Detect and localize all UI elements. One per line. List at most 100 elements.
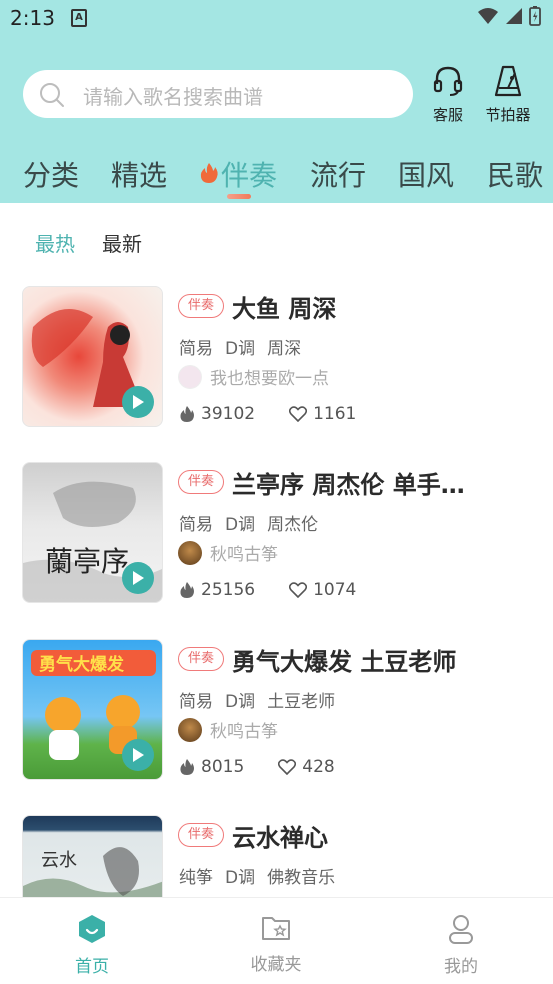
song-level: 简易 bbox=[179, 515, 213, 535]
song-cover: 蘭亭序 bbox=[22, 462, 163, 603]
tag-badge: 伴奏 bbox=[178, 294, 225, 318]
home-icon bbox=[79, 915, 105, 943]
nav-favorites-label: 收藏夹 bbox=[250, 955, 302, 975]
song-cover: 勇气大爆发 bbox=[22, 639, 163, 780]
song-level: 简易 bbox=[179, 339, 213, 359]
tab-hottest[interactable]: 最热 bbox=[35, 228, 75, 257]
play-count: 25156 bbox=[201, 580, 256, 600]
search-icon bbox=[40, 83, 64, 107]
heart-icon bbox=[289, 406, 308, 422]
bottom-nav: 首页 收藏夹 我的 bbox=[0, 897, 553, 984]
folder-star-icon bbox=[262, 917, 290, 940]
nav-favorites[interactable]: 收藏夹 bbox=[236, 914, 316, 975]
tab-category-5[interactable]: 民歌 bbox=[487, 154, 543, 194]
play-icon bbox=[133, 748, 144, 762]
like-count: 428 bbox=[302, 757, 335, 777]
metronome-icon bbox=[494, 65, 522, 97]
play-icon bbox=[133, 571, 144, 585]
like-count: 1161 bbox=[313, 404, 357, 424]
song-meta: 简易 D调 土豆老师 bbox=[179, 687, 347, 712]
song-meta: 简易 D调 周深 bbox=[179, 334, 313, 359]
tag-badge: 伴奏 bbox=[178, 470, 225, 494]
active-tab-indicator bbox=[227, 194, 251, 199]
song-stats: 8015 428 bbox=[179, 757, 335, 777]
song-cover bbox=[22, 286, 163, 427]
song-title: 大鱼 周深 bbox=[232, 295, 337, 323]
like-count: 1074 bbox=[313, 580, 357, 600]
metronome-button[interactable]: 节拍器 bbox=[478, 64, 538, 125]
song-stats: 25156 1074 bbox=[179, 580, 356, 600]
song-artist: 佛教音乐 bbox=[267, 868, 336, 888]
user-icon bbox=[449, 915, 473, 944]
play-count: 39102 bbox=[201, 404, 256, 424]
nav-profile-label: 我的 bbox=[444, 957, 478, 977]
song-meta: 纯筝 D调 佛教音乐 bbox=[179, 863, 347, 888]
metronome-label: 节拍器 bbox=[485, 106, 531, 124]
service-label: 客服 bbox=[432, 106, 463, 124]
notification-icon: A bbox=[71, 9, 87, 27]
svg-text:蘭亭序: 蘭亭序 bbox=[45, 545, 129, 578]
song-key: D调 bbox=[225, 515, 256, 535]
uploader-name: 我也想要欧一点 bbox=[210, 369, 329, 389]
fire-icon bbox=[180, 759, 194, 775]
nav-home-label: 首页 bbox=[75, 957, 109, 977]
nav-profile[interactable]: 我的 bbox=[421, 914, 501, 977]
uploader-name: 秋鸣古筝 bbox=[210, 545, 278, 565]
nav-home[interactable]: 首页 bbox=[52, 914, 132, 977]
song-stats: 39102 1161 bbox=[179, 404, 356, 424]
tab-category-0[interactable]: 分类 bbox=[23, 154, 79, 194]
play-button[interactable] bbox=[122, 739, 154, 771]
service-button[interactable]: 客服 bbox=[418, 64, 478, 125]
avatar bbox=[178, 717, 202, 742]
song-level: 简易 bbox=[179, 692, 213, 712]
tab-category-3[interactable]: 流行 bbox=[310, 154, 366, 194]
battery-icon bbox=[529, 6, 541, 26]
play-button[interactable] bbox=[122, 562, 154, 594]
song-key: D调 bbox=[225, 868, 256, 888]
uploader[interactable]: 秋鸣古筝 bbox=[178, 540, 278, 565]
headset-icon bbox=[433, 66, 463, 96]
svg-text:勇气大爆发: 勇气大爆发 bbox=[39, 654, 125, 675]
fire-icon bbox=[200, 163, 218, 183]
play-button[interactable] bbox=[122, 386, 154, 418]
list-item[interactable]: 伴奏 大鱼 周深 简易 D调 周深 我也想要欧一点 39102 1161 bbox=[22, 286, 542, 428]
fire-icon bbox=[180, 406, 194, 422]
uploader[interactable]: 我也想要欧一点 bbox=[178, 364, 329, 389]
song-level: 纯筝 bbox=[179, 868, 213, 888]
avatar bbox=[178, 364, 202, 389]
song-artist: 周杰伦 bbox=[267, 515, 319, 535]
avatar bbox=[178, 540, 202, 565]
tag-badge: 伴奏 bbox=[178, 823, 225, 847]
status-bar: 2:13 A bbox=[0, 0, 553, 38]
list-item[interactable]: 蘭亭序 伴奏 兰亭序 周杰伦 单手… 简易 D调 周杰伦 秋鸣古筝 25156 10… bbox=[22, 462, 542, 604]
category-tabs: 分类 精选 伴奏 流行 国风 民歌 bbox=[0, 148, 553, 198]
tab-category-2[interactable]: 伴奏 bbox=[221, 154, 277, 194]
uploader[interactable]: 秋鸣古筝 bbox=[178, 717, 278, 742]
header: 2:13 A 请输入歌名搜索曲谱 客服 节拍器 分类 精选 伴奏 流行 国风 民… bbox=[0, 0, 553, 203]
tab-category-1[interactable]: 精选 bbox=[111, 154, 167, 194]
heart-icon bbox=[289, 582, 308, 598]
search-input[interactable]: 请输入歌名搜索曲谱 bbox=[23, 70, 413, 118]
tab-category-4[interactable]: 国风 bbox=[398, 154, 454, 194]
song-artist: 土豆老师 bbox=[267, 692, 336, 712]
tab-newest[interactable]: 最新 bbox=[102, 228, 142, 257]
status-time: 2:13 bbox=[10, 6, 55, 30]
search-placeholder: 请输入歌名搜索曲谱 bbox=[83, 85, 263, 109]
svg-text:云水: 云水 bbox=[41, 850, 77, 871]
signal-icon bbox=[506, 8, 522, 24]
song-key: D调 bbox=[225, 339, 256, 359]
song-meta: 简易 D调 周杰伦 bbox=[179, 510, 330, 535]
list-item[interactable]: 勇气大爆发 伴奏 勇气大爆发 土豆老师 简易 D调 土豆老师 秋鸣古筝 8015 4… bbox=[22, 639, 542, 781]
heart-icon bbox=[278, 759, 297, 775]
song-title: 云水禅心 bbox=[232, 824, 328, 852]
uploader-name: 秋鸣古筝 bbox=[210, 722, 278, 742]
fire-icon bbox=[180, 582, 194, 598]
status-icons bbox=[477, 6, 541, 26]
play-count: 8015 bbox=[201, 757, 245, 777]
tag-badge: 伴奏 bbox=[178, 647, 225, 671]
song-key: D调 bbox=[225, 692, 256, 712]
song-title: 兰亭序 周杰伦 单手… bbox=[232, 471, 465, 499]
wifi-icon bbox=[478, 8, 498, 24]
song-title: 勇气大爆发 土豆老师 bbox=[232, 648, 457, 676]
play-icon bbox=[133, 395, 144, 409]
